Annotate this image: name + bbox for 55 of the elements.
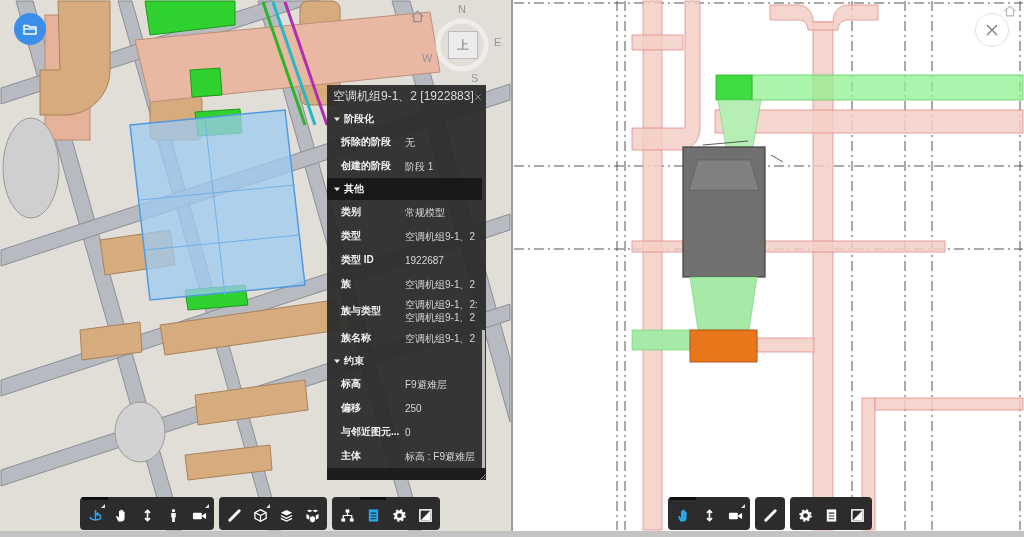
property-label: 偏移: [341, 401, 362, 415]
section-header[interactable]: 阶段化: [327, 108, 482, 130]
ruler-icon: [226, 507, 242, 523]
scrollbar-thumb[interactable]: [482, 330, 485, 468]
ruler-icon: [762, 507, 778, 523]
compass-label: S: [471, 72, 479, 84]
property-value: 标高 : F9避难层: [405, 449, 476, 463]
property-value: 常规模型: [405, 205, 446, 219]
property-value: 空调机组9-1、2: 空调机组9-1、2: [405, 298, 479, 324]
property-label: 类别: [341, 205, 362, 219]
compass-label: N: [458, 3, 466, 15]
section-header[interactable]: 约束: [327, 350, 482, 372]
compass-ring-icon: [435, 18, 489, 72]
property-value: 空调机组9-1、2: [405, 331, 476, 345]
property-value: 空调机组9-1、2: [405, 277, 476, 291]
property-value: 1922687: [405, 253, 445, 267]
panel-title: 空调机组9-1、2 [1922883]: [333, 88, 474, 105]
property-value: 空调机组9-1、2: [405, 229, 476, 243]
rotate-arrows-icon: [87, 507, 103, 523]
property-label: 族名称: [341, 331, 372, 345]
viewcube-face[interactable]: 上: [448, 31, 478, 59]
leader-line: [702, 140, 749, 146]
hierarchy-icon: [339, 507, 355, 523]
fullscreen-icon: [417, 507, 433, 523]
property-label: 创建的阶段: [341, 159, 392, 173]
property-label: 类型: [341, 229, 362, 243]
duct-transition: [717, 99, 762, 148]
gear-icon: [797, 507, 813, 523]
property-label: 主体: [341, 449, 362, 463]
property-label: 标高: [341, 377, 362, 391]
close-icon[interactable]: [474, 92, 482, 101]
fullscreen-icon: [849, 507, 865, 523]
property-value: 250: [405, 401, 423, 415]
equipment-block: [689, 329, 758, 363]
duct-transition: [689, 276, 758, 331]
resize-grip-icon[interactable]: [478, 472, 486, 480]
property-value: F9避难层: [405, 377, 448, 391]
property-label: 与邻近图元...: [341, 425, 401, 439]
cubes-icon: [304, 507, 320, 523]
property-label: 类型 ID: [341, 253, 375, 267]
leader-line: [770, 154, 784, 163]
layers-icon: [278, 507, 294, 523]
property-label: 拆除的阶段: [341, 135, 392, 149]
property-value: 无: [405, 135, 416, 149]
property-value: 阶段 1: [405, 159, 435, 173]
cube-icon: [252, 507, 268, 523]
section-header[interactable]: 其他: [327, 178, 482, 200]
compass-label: W: [422, 52, 433, 64]
compass-label: E: [494, 36, 502, 48]
property-value: 0: [405, 425, 412, 439]
gear-icon: [391, 507, 407, 523]
property-label: 族与类型: [341, 304, 382, 318]
property-label: 族: [341, 277, 352, 291]
duct-fitting: [715, 74, 753, 101]
close-icon: [986, 24, 998, 36]
